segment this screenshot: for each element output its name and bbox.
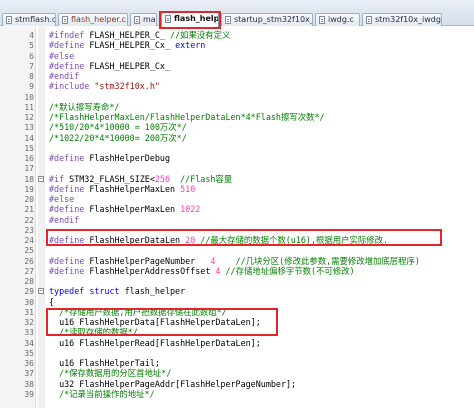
fold-toggle-icon[interactable]: − bbox=[38, 175, 44, 182]
code-token: /*FlashHelperMaxLen/FlashHelperDataLen*4… bbox=[49, 112, 325, 122]
code-token: #define bbox=[49, 40, 90, 51]
fold-toggle-icon[interactable]: − bbox=[38, 288, 44, 295]
code-token: #if bbox=[49, 173, 70, 184]
code-token: FLASH_HELPER_Cx_ bbox=[89, 60, 171, 71]
tab-label: startup_stm32f10x_hd.s bbox=[234, 15, 312, 24]
code-token: flash_helper bbox=[124, 286, 186, 297]
file-icon bbox=[134, 16, 140, 24]
code-token: #define bbox=[49, 235, 90, 245]
code-token: extern bbox=[175, 40, 206, 51]
code-token: #else bbox=[49, 194, 75, 204]
tab-flash-helper-c[interactable]: flash_helper.c bbox=[58, 13, 128, 26]
code-token: 510 bbox=[180, 183, 196, 194]
file-icon bbox=[6, 16, 12, 24]
code-token: typedef struct bbox=[49, 286, 125, 297]
code-token: #endif bbox=[49, 71, 80, 81]
code-token: #include bbox=[49, 81, 95, 92]
code-token: STM32_FLASH_SIZE< bbox=[69, 173, 155, 184]
tab-label: iwdg.c bbox=[328, 15, 354, 24]
code-token: FLASH_HELPER_C_ bbox=[89, 30, 165, 40]
code-editor[interactable]: 4 #ifndef FLASH_HELPER_C_ //如果没有定义 5 #defin… bbox=[0, 27, 474, 408]
code-token: u16 FlashHelperTail; bbox=[49, 358, 160, 368]
code-token: 20 bbox=[185, 235, 196, 245]
tab-label: stmflash.c bbox=[15, 15, 56, 24]
code-token: /*510/20*4*10000 = 100万次*/ bbox=[49, 122, 187, 133]
code-token: #define bbox=[49, 265, 90, 276]
code-token: //几块分区(修改此参数,需要修改增加底层程序) bbox=[215, 255, 420, 266]
code-token: { bbox=[49, 296, 55, 307]
code-token: FlashHelperMaxLen bbox=[89, 204, 181, 215]
code-token: "stm32f10x.h" bbox=[94, 81, 160, 92]
code-token: /*记录当前操作的地址*/ bbox=[49, 388, 155, 399]
tab-stm32f10x-iwdg-c[interactable]: stm32f10x_iwdg.c bbox=[362, 13, 442, 26]
code-line[interactable]: 39 /*记录当前操作的地址*/ bbox=[0, 389, 474, 400]
line-number: 39 bbox=[24, 389, 34, 399]
tab-label: flash_helper.h bbox=[174, 14, 219, 23]
code-token: #define bbox=[49, 60, 90, 71]
code-token: #ifndef bbox=[49, 30, 90, 40]
file-icon bbox=[319, 16, 325, 24]
tab-flash-helper-h[interactable]: flash_helper.h bbox=[161, 12, 219, 27]
code-token: /*读取存储的数据*/ bbox=[49, 327, 138, 338]
code-token: u16 FlashHelperRead[FlashHelperDataLen]; bbox=[49, 337, 261, 348]
code-token: /*1022/20*4*10000= 200万次*/ bbox=[49, 132, 187, 143]
code-token: #define bbox=[49, 153, 90, 163]
code-token: #define bbox=[49, 204, 90, 215]
tab-label: flash_helper.c bbox=[71, 15, 126, 24]
file-icon bbox=[366, 16, 372, 24]
code-text: /*记录当前操作的地址*/ bbox=[49, 389, 155, 400]
tab-label: stm32f10x_iwdg.c bbox=[375, 15, 442, 24]
code-token: //Flash容量 bbox=[170, 173, 233, 184]
code-token: /*默认擦写寿命*/ bbox=[49, 101, 120, 112]
code-token: #define bbox=[49, 183, 90, 194]
tab-iwdg-c[interactable]: iwdg.c bbox=[315, 13, 360, 26]
code-token: #define bbox=[49, 255, 90, 266]
file-icon bbox=[165, 15, 171, 23]
editor-tab-bar: stmflash.c flash_helper.c main.c flash_help… bbox=[0, 0, 474, 27]
code-token: /*存储用户数据,用户把数据存储在此数组*/ bbox=[49, 306, 227, 317]
code-token: #else bbox=[49, 50, 75, 61]
code-token: FLASH_HELPER_Cx_ bbox=[89, 40, 176, 51]
code-token: 256 bbox=[154, 173, 171, 184]
tab-label: main.c bbox=[143, 15, 157, 24]
code-token: //如果没有定义 bbox=[164, 30, 231, 40]
code-token: FlashHelperDataLen bbox=[89, 235, 186, 245]
file-icon bbox=[62, 16, 68, 24]
tab-stmflash-c[interactable]: stmflash.c bbox=[2, 13, 56, 26]
code-token: 1022 bbox=[180, 204, 201, 215]
tab-main-c[interactable]: main.c bbox=[130, 13, 157, 26]
code-token: u32 FlashHelperPageAddr[FlashHelperPageN… bbox=[49, 378, 297, 389]
code-token: FlashHelperDebug bbox=[89, 153, 171, 163]
code-token: FlashHelperAddressOffset bbox=[89, 265, 216, 276]
code-token: u16 FlashHelperData[FlashHelperDataLen]; bbox=[49, 317, 261, 327]
code-token: //存储地址偏移字节数(不可修改) bbox=[220, 265, 355, 276]
tab-startup-stm32f10x-hd-s[interactable]: startup_stm32f10x_hd.s bbox=[221, 13, 313, 26]
code-token: FlashHelperPageNumber bbox=[89, 255, 211, 266]
code-token: #endif bbox=[49, 214, 80, 225]
file-icon bbox=[225, 16, 231, 24]
code-token: FlashHelperMaxLen bbox=[89, 183, 181, 194]
code-token: /*保存数据用的分区首地址*/ bbox=[49, 368, 172, 379]
code-token: //最大存储的数据个数(u16),根据用户实际修改. bbox=[195, 235, 389, 245]
